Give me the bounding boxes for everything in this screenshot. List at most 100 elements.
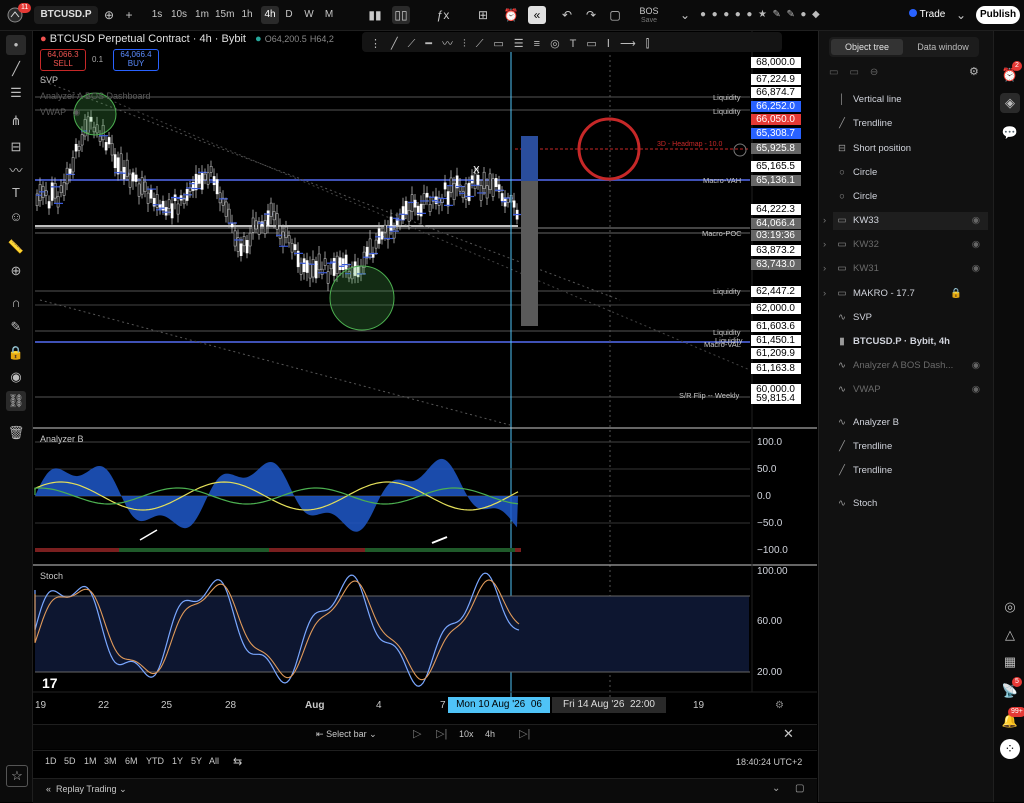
range-all[interactable]: All bbox=[209, 756, 219, 766]
trend-bar-segment bbox=[425, 548, 431, 552]
short-position-stop[interactable] bbox=[521, 136, 538, 181]
chevron-right-icon[interactable]: › bbox=[823, 212, 826, 230]
close-replay-icon[interactable]: ✕ bbox=[783, 726, 794, 742]
range-3m[interactable]: 3M bbox=[104, 756, 117, 766]
collapse-panel-icon[interactable]: ⌄ bbox=[772, 783, 780, 794]
trend-bar-segment bbox=[239, 548, 245, 552]
chevron-down-icon: ⌄ bbox=[369, 729, 377, 739]
eye-icon[interactable]: ◉ bbox=[972, 260, 980, 278]
analyzer-title[interactable]: Analyzer B bbox=[40, 434, 84, 444]
range-5d[interactable]: 5D bbox=[64, 756, 76, 766]
tree-item[interactable]: ▮ BTCUSD.P · Bybit, 4h bbox=[833, 333, 988, 351]
maximize-panel-icon[interactable]: ▢ bbox=[795, 783, 804, 794]
tree-item[interactable]: ○ Circle bbox=[833, 188, 988, 206]
apps-icon[interactable]: ⁘ bbox=[1000, 739, 1020, 759]
range-end-label: Fri 14 Aug '26 22:00 bbox=[552, 697, 666, 713]
date-range-icon[interactable]: ⇆ bbox=[233, 755, 242, 768]
warning-icon[interactable]: △ bbox=[1000, 625, 1020, 645]
axis-settings-icon[interactable]: ⚙ bbox=[775, 700, 784, 711]
tree-item[interactable]: ╱ Trendline bbox=[833, 438, 988, 456]
eye-off-icon[interactable]: ◉ bbox=[73, 107, 81, 117]
trend-bar-segment bbox=[467, 548, 473, 552]
tree-item[interactable]: ∿ Stoch bbox=[833, 495, 988, 513]
price-label: 65,165.5 bbox=[751, 161, 801, 172]
tree-item[interactable]: › ▭ KW32 ◉ bbox=[823, 236, 988, 254]
analyzer-scale-label: −100.0 bbox=[757, 545, 788, 556]
tab-object-tree[interactable]: Object tree bbox=[831, 39, 903, 55]
time-label: 19 bbox=[693, 700, 705, 711]
layers-icon[interactable]: ◈ bbox=[1000, 93, 1020, 113]
short-position-target[interactable] bbox=[521, 181, 538, 326]
trend-bar-segment bbox=[377, 548, 383, 552]
replay-trading-tab[interactable]: « Replay Trading ⌄ bbox=[46, 784, 127, 795]
sell-button[interactable]: 64,066.3 SELL bbox=[40, 49, 86, 71]
range-6m[interactable]: 6M bbox=[125, 756, 138, 766]
trend-bar-segment bbox=[479, 548, 485, 552]
tree-item[interactable]: ╱ Trendline bbox=[833, 462, 988, 480]
eye-icon[interactable]: ◉ bbox=[972, 212, 980, 230]
tree-item[interactable]: ○ Circle bbox=[833, 164, 988, 182]
stoch-title[interactable]: Stoch bbox=[40, 571, 63, 581]
trend-bar-segment bbox=[395, 548, 401, 552]
lock-icon[interactable]: 🔒 bbox=[950, 285, 962, 303]
eye-icon[interactable]: ◉ bbox=[972, 357, 980, 375]
range-1d[interactable]: 1D bbox=[45, 756, 57, 766]
tree-item[interactable]: › ▭ KW33 ◉ bbox=[823, 212, 988, 230]
range-ytd[interactable]: YTD bbox=[146, 756, 164, 766]
short-position-icon: ⊟ bbox=[838, 143, 846, 154]
candle-body bbox=[227, 208, 231, 224]
level-label: Macro-POC bbox=[702, 229, 742, 238]
indicator-analyzer-a[interactable]: Analyzer A BOS Dashboard bbox=[40, 91, 151, 101]
level-lines bbox=[35, 96, 750, 398]
candle-body bbox=[491, 178, 495, 197]
floating-tool-icons[interactable]: ⋮╱⟋━〰⫶⟋▭☰≡◎T▭Ⅰ⟶⫿ bbox=[370, 35, 659, 51]
tree-item-label: Stoch bbox=[853, 498, 878, 509]
clock[interactable]: 18:40:24 UTC+2 bbox=[736, 757, 802, 767]
calendar-icon[interactable]: ▦ bbox=[1000, 652, 1020, 672]
eye-icon[interactable]: ◉ bbox=[972, 381, 980, 399]
chevron-right-icon[interactable]: › bbox=[823, 285, 826, 303]
jump-to-realtime-icon[interactable]: ▷| bbox=[519, 727, 530, 740]
eye-icon[interactable]: ◉ bbox=[972, 236, 980, 254]
tree-item[interactable]: ∿ SVP bbox=[833, 309, 988, 327]
chevron-right-icon[interactable]: › bbox=[823, 236, 826, 254]
indicator-svp-label[interactable]: SVP bbox=[40, 75, 58, 85]
tree-item[interactable]: ∿ Analyzer A BOS Dash... ◉ bbox=[833, 357, 988, 375]
candle-body bbox=[473, 173, 477, 189]
range-5y[interactable]: 5Y bbox=[191, 756, 202, 766]
replay-speed[interactable]: 10x bbox=[459, 729, 474, 739]
price-label: 61,163.8 bbox=[751, 363, 801, 374]
play-icon[interactable]: ▷ bbox=[413, 727, 421, 740]
price-label: 62,447.2 bbox=[751, 286, 801, 297]
tree-item[interactable]: ∿ VWAP ◉ bbox=[833, 381, 988, 399]
chevron-right-icon[interactable]: › bbox=[823, 260, 826, 278]
replay-interval[interactable]: 4h bbox=[485, 729, 495, 739]
tree-item[interactable]: › ▭ KW31 ◉ bbox=[823, 260, 988, 278]
step-forward-icon[interactable]: ▷| bbox=[436, 727, 447, 740]
candle-body bbox=[257, 221, 261, 235]
range-1m[interactable]: 1M bbox=[84, 756, 97, 766]
indicator-vwap[interactable]: VWAP ◉ bbox=[40, 107, 80, 118]
target-icon[interactable]: ◎ bbox=[1000, 597, 1020, 617]
tree-toolbar-icons[interactable]: ▭▭⊖ bbox=[829, 67, 889, 78]
tree-item[interactable]: ╱ Trendline bbox=[833, 115, 988, 133]
buy-button[interactable]: 64,066.4 BUY bbox=[113, 49, 159, 71]
tab-data-window[interactable]: Data window bbox=[907, 39, 979, 55]
candle-body bbox=[269, 202, 273, 217]
circle-icon: ○ bbox=[839, 167, 845, 178]
range-1y[interactable]: 1Y bbox=[172, 756, 183, 766]
candle-body bbox=[254, 220, 258, 230]
candle-body bbox=[512, 200, 516, 208]
tree-settings-icon[interactable]: ⚙ bbox=[969, 65, 979, 78]
tree-item[interactable]: ⊟ Short position bbox=[833, 140, 988, 158]
alerts-badge: 2 bbox=[1012, 61, 1022, 71]
trend-bar-segment bbox=[287, 548, 293, 552]
tree-item[interactable]: ∿ Analyzer B bbox=[833, 414, 988, 432]
candle-body bbox=[278, 226, 282, 239]
chat-icon[interactable]: 💬 bbox=[1000, 123, 1020, 143]
trend-bar-segment bbox=[227, 548, 233, 552]
select-bar-button[interactable]: ⇤ Select bar ⌄ bbox=[316, 729, 377, 740]
candle-body bbox=[74, 143, 78, 152]
tree-item[interactable]: │ Vertical line bbox=[833, 91, 988, 109]
tree-item[interactable]: › ▭ MAKRO - 17.7 🔒 bbox=[823, 285, 988, 303]
